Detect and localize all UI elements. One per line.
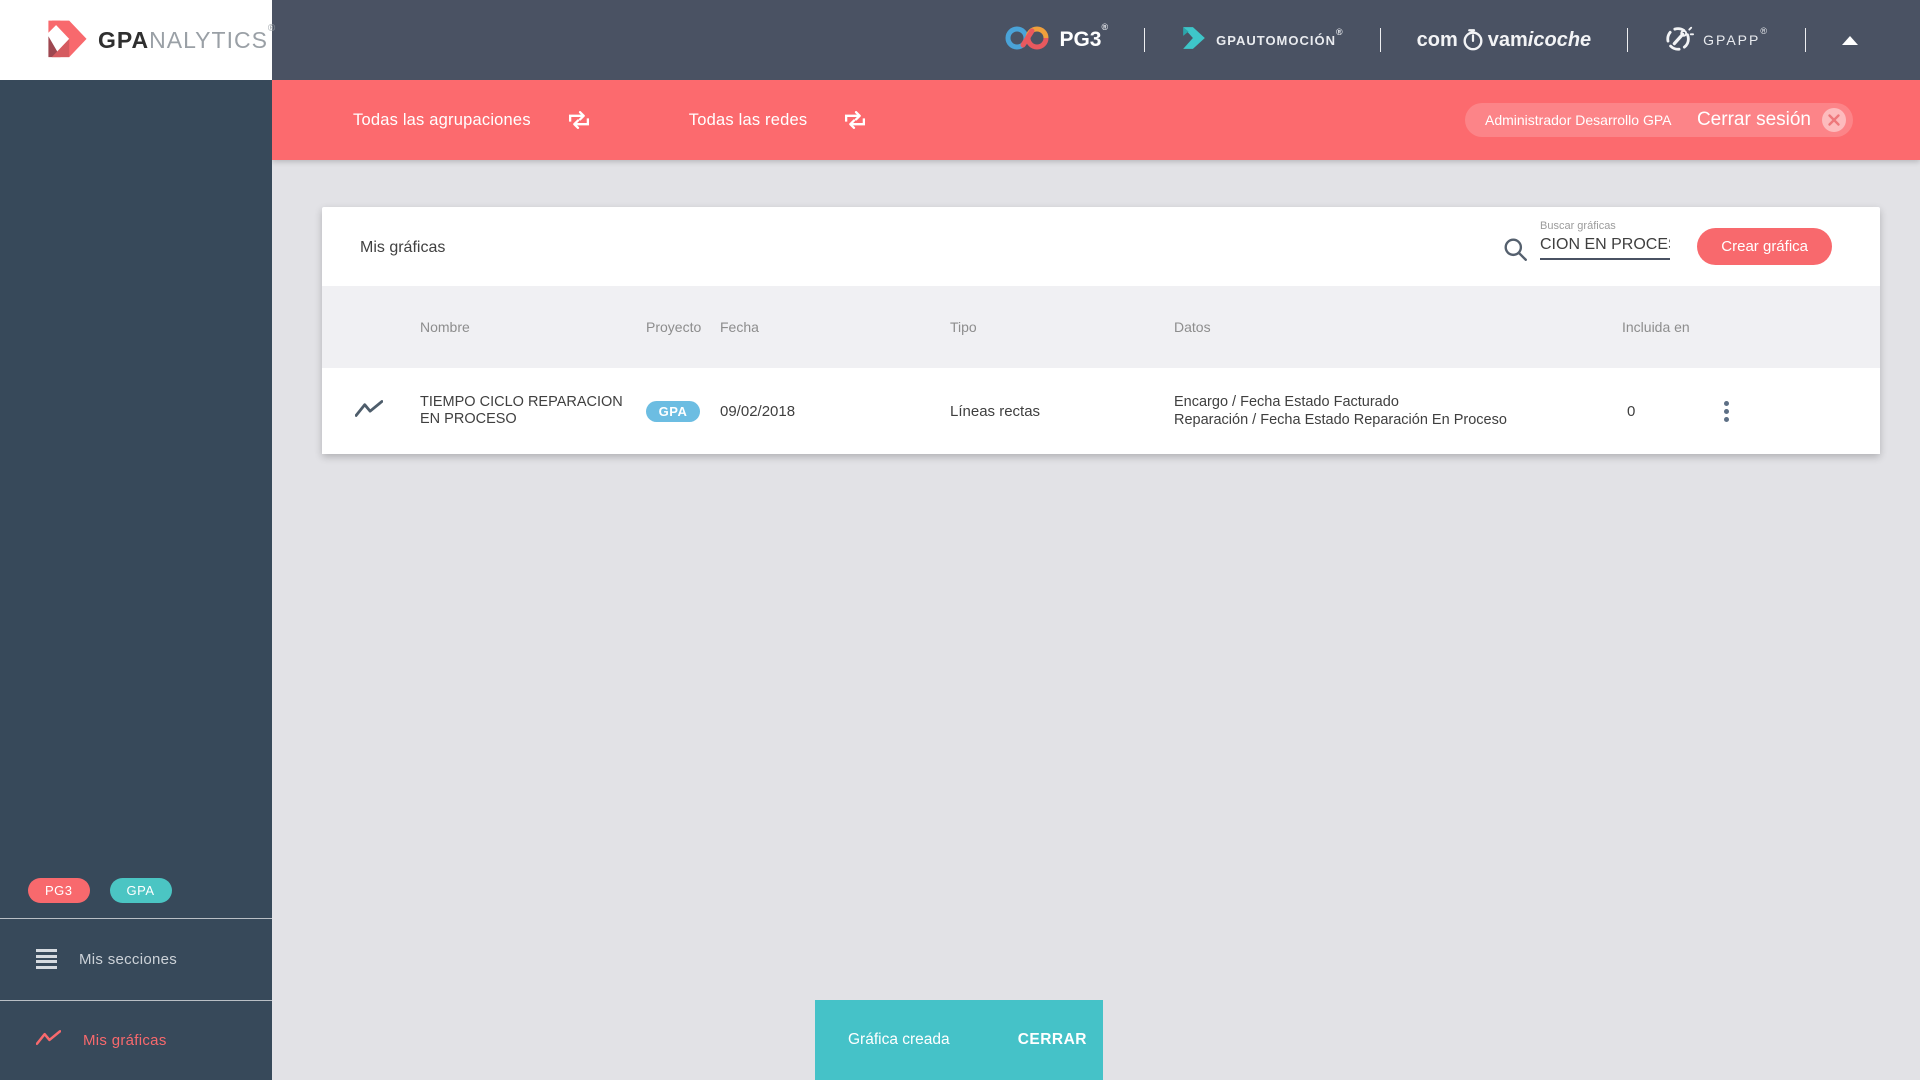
logout-button[interactable]: Cerrar sesión: [1697, 109, 1811, 131]
panel-header: Mis gráficas Buscar gráficas Crear gráfi…: [322, 207, 1880, 286]
swap-networks-icon[interactable]: [843, 111, 867, 129]
row-data: Encargo / Fecha Estado Facturado Reparac…: [1174, 393, 1507, 428]
gpanalytics-arrow-icon: [38, 15, 90, 66]
header-divider: [1805, 28, 1806, 52]
column-header-datos: Datos: [1174, 319, 1211, 335]
gpapp-label: GPAPP®: [1703, 26, 1769, 48]
comvamicoche-logo[interactable]: com vamicoche: [1417, 28, 1592, 52]
row-date: 09/02/2018: [720, 402, 796, 420]
search-icon[interactable]: [1503, 237, 1529, 268]
groupings-selector[interactable]: Todas las agrupaciones: [353, 111, 531, 130]
sidebar-item-mis-graficas[interactable]: Mis gráficas: [0, 1000, 272, 1080]
header-divider: [1144, 28, 1146, 52]
networks-selector[interactable]: Todas las redes: [689, 111, 808, 130]
row-type: Líneas rectas: [950, 402, 1041, 420]
clock-icon: [1461, 28, 1485, 52]
row-project-badge: GPA: [646, 400, 700, 422]
row-name: TIEMPO CICLO REPARACION EN PROCESO: [420, 393, 623, 427]
user-name: Administrador Desarrollo GPA: [1485, 112, 1672, 128]
user-session-pill: Administrador Desarrollo GPA Cerrar sesi…: [1465, 103, 1853, 137]
column-header-tipo: Tipo: [950, 319, 977, 335]
header-divider: [1379, 28, 1381, 52]
pg3-infinity-icon: [1004, 22, 1050, 59]
header-divider: [1627, 28, 1629, 52]
table-header: Nombre Proyecto Fecha Tipo Datos Incluid…: [322, 286, 1880, 368]
pg3-badge[interactable]: PG3: [28, 878, 90, 903]
toast-message: Gráfica creada: [848, 1031, 950, 1048]
my-charts-panel: Mis gráficas Buscar gráficas Crear gráfi…: [322, 207, 1880, 454]
comvamicoche-label: vamicoche: [1487, 28, 1592, 51]
toast-close-button[interactable]: CERRAR: [1018, 1031, 1087, 1049]
top-header: PG3® GPAUTOMOCIÓN® com vamicoche GPAPP®: [272, 0, 1920, 80]
row-included-count: 0: [1627, 402, 1636, 420]
sidebar-item-mis-secciones[interactable]: Mis secciones: [0, 918, 272, 1000]
gpapp-wrench-icon: [1664, 23, 1695, 58]
panel-title: Mis gráficas: [360, 239, 446, 256]
gpa-badge[interactable]: GPA: [109, 878, 172, 903]
toast-notification: Gráfica creada CERRAR: [815, 1000, 1103, 1080]
comvamicoche-pre: com: [1416, 28, 1458, 51]
main-content: Mis gráficas Buscar gráficas Crear gráfi…: [272, 160, 1920, 1080]
collapse-header-arrow[interactable]: [1842, 35, 1858, 45]
sidebar-badges: PG3 GPA: [28, 878, 172, 903]
column-header-nombre: Nombre: [420, 319, 470, 335]
pg3-logo[interactable]: PG3®: [1004, 22, 1108, 59]
search-field-group: Buscar gráficas: [1540, 220, 1670, 260]
gpautomocion-label: GPAUTOMOCIÓN®: [1216, 26, 1344, 48]
search-field-label: Buscar gráficas: [1540, 220, 1616, 232]
gpapp-logo[interactable]: GPAPP®: [1664, 23, 1769, 58]
sidebar-item-label: Mis gráficas: [83, 1031, 167, 1049]
gpautomocion-arrow-icon: [1181, 25, 1207, 56]
chart-line-icon: [35, 1029, 62, 1052]
swap-groupings-icon[interactable]: [567, 111, 591, 129]
create-chart-button[interactable]: Crear gráfica: [1697, 228, 1832, 265]
sidebar-item-label: Mis secciones: [79, 950, 178, 968]
column-header-fecha: Fecha: [720, 319, 759, 335]
table-row[interactable]: TIEMPO CICLO REPARACION EN PROCESO GPA 0…: [322, 368, 1880, 454]
row-menu-kebab-icon[interactable]: [1717, 400, 1735, 422]
brand-logo-text: GPANALYTICS®: [98, 22, 277, 53]
column-header-proyecto: Proyecto: [646, 319, 702, 335]
search-input[interactable]: [1540, 234, 1670, 260]
brand-logo[interactable]: GPANALYTICS®: [0, 0, 275, 80]
menu-icon: [36, 947, 57, 972]
gpautomocion-logo[interactable]: GPAUTOMOCIÓN®: [1181, 25, 1344, 56]
column-header-incluida-en: Incluida en: [1622, 319, 1690, 335]
logout-close-icon[interactable]: [1821, 107, 1847, 133]
filter-bar: Todas las agrupaciones Todas las redes A…: [272, 80, 1920, 160]
row-chart-line-icon: [354, 399, 420, 424]
sidebar: GPANALYTICS® PG3 GPA Mis secciones Mis g…: [0, 0, 275, 1080]
pg3-label: PG3®: [1059, 22, 1109, 51]
